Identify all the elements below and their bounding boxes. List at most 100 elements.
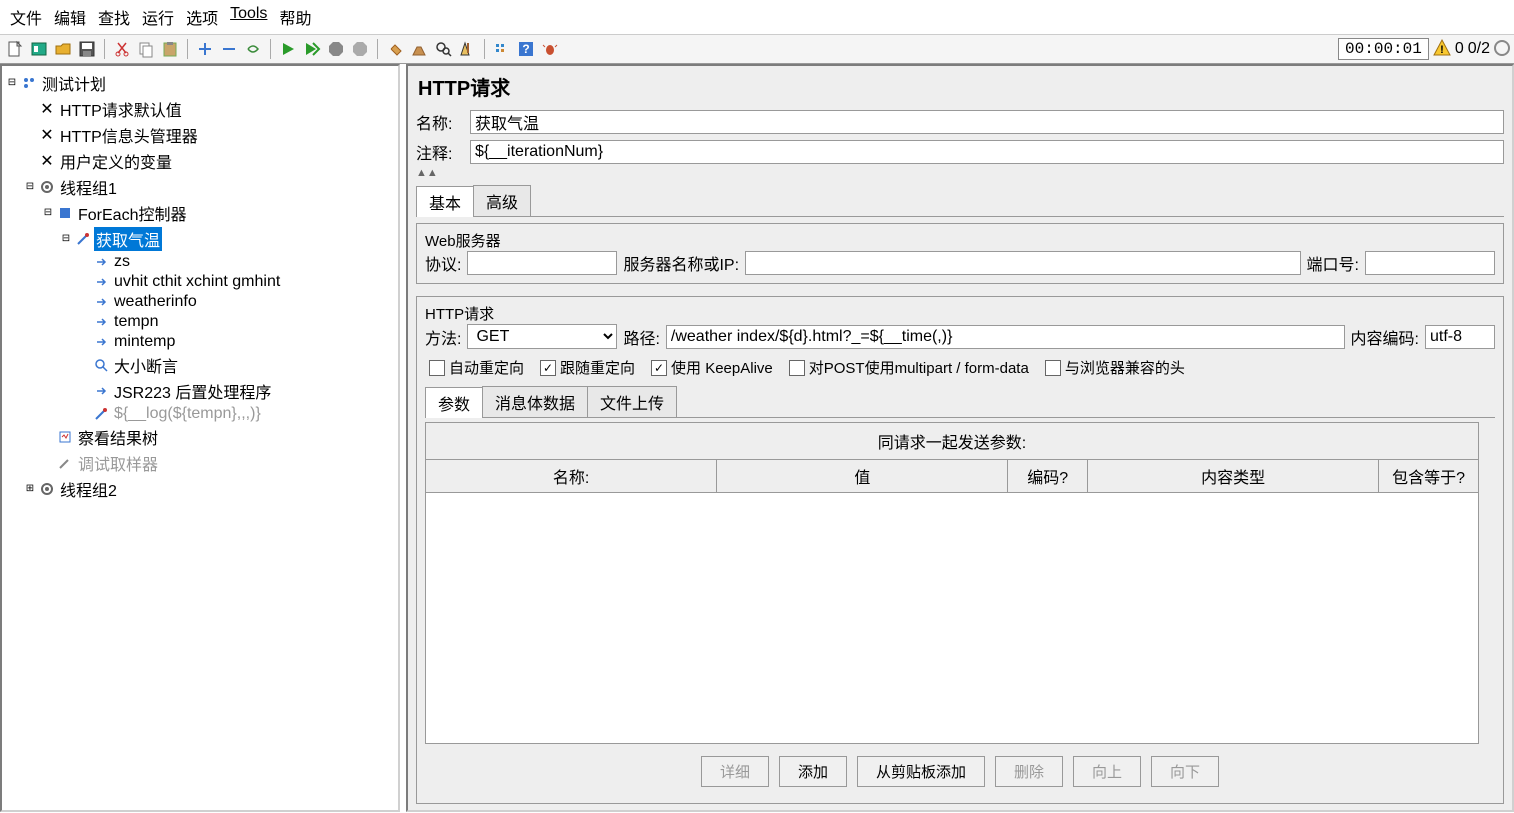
col-value[interactable]: 值 (717, 460, 1008, 492)
tree-toggle[interactable]: ⊟ (6, 77, 18, 89)
bug-icon[interactable] (539, 38, 561, 60)
save-icon[interactable] (76, 38, 98, 60)
function-helper-icon[interactable] (491, 38, 513, 60)
method-label: 方法: (425, 325, 461, 349)
controller-icon (57, 205, 73, 221)
menu-tools[interactable]: Tools (226, 3, 271, 31)
checkbox-auto-redirect[interactable]: 自动重定向 (429, 357, 524, 378)
tree-threadgroup[interactable]: 线程组1 (58, 175, 119, 199)
name-input[interactable] (470, 110, 1504, 134)
extractor-icon (93, 294, 109, 310)
extractor-icon (93, 274, 109, 290)
sampler-icon (93, 406, 109, 422)
checkbox-keepalive[interactable]: ✓使用 KeepAlive (651, 357, 773, 378)
col-encode[interactable]: 编码? (1008, 460, 1088, 492)
stop-icon[interactable] (325, 38, 347, 60)
menu-find[interactable]: 查找 (94, 3, 134, 31)
port-input[interactable] (1365, 251, 1495, 275)
tree-item[interactable]: 用户定义的变量 (58, 149, 174, 173)
menu-edit[interactable]: 编辑 (50, 3, 90, 31)
run-icon[interactable] (277, 38, 299, 60)
tabs-body: 参数 消息体数据 文件上传 (425, 386, 1495, 418)
tree-toggle[interactable]: ⊟ (24, 181, 36, 193)
tree-threadgroup[interactable]: 线程组2 (58, 477, 119, 501)
warning-count: 0 (1455, 40, 1464, 58)
copy-icon[interactable] (135, 38, 157, 60)
clear-all-icon[interactable] (408, 38, 430, 60)
toggle-icon[interactable] (242, 38, 264, 60)
tree-item[interactable]: uvhit cthit xchint gmhint (112, 273, 282, 291)
tree-item[interactable]: HTTP请求默认值 (58, 97, 184, 121)
port-label: 端口号: (1307, 251, 1359, 275)
collapse-icon[interactable] (218, 38, 240, 60)
web-server-group: Web服务器 协议: 服务器名称或IP: 端口号: (416, 223, 1504, 284)
config-icon: ✕ (39, 127, 55, 143)
tree-selected-item[interactable]: 获取气温 (94, 227, 162, 251)
postprocessor-icon (93, 383, 109, 399)
tree-item[interactable]: ${__log(${tempn},,,)} (112, 405, 263, 423)
delete-button[interactable]: 删除 (995, 756, 1063, 787)
params-body[interactable] (426, 493, 1478, 743)
tree-item[interactable]: zs (112, 253, 132, 271)
col-content-type[interactable]: 内容类型 (1088, 460, 1379, 492)
server-input[interactable] (745, 251, 1301, 275)
path-input[interactable] (666, 325, 1345, 349)
add-from-clipboard-button[interactable]: 从剪贴板添加 (857, 756, 985, 787)
tree-item[interactable]: 调试取样器 (76, 451, 160, 475)
tree-item[interactable]: mintemp (112, 333, 177, 351)
help-icon[interactable]: ? (515, 38, 537, 60)
method-select[interactable]: GET (467, 324, 617, 349)
cut-icon[interactable] (111, 38, 133, 60)
menu-file[interactable]: 文件 (6, 3, 46, 31)
down-button[interactable]: 向下 (1151, 756, 1219, 787)
protocol-input[interactable] (467, 251, 617, 275)
paste-icon[interactable] (159, 38, 181, 60)
tree-item[interactable]: 大小断言 (112, 353, 180, 377)
checkbox-multipart[interactable]: 对POST使用multipart / form-data (789, 357, 1029, 378)
checkbox-browser-headers[interactable]: 与浏览器兼容的头 (1045, 357, 1185, 378)
new-icon[interactable] (4, 38, 26, 60)
templates-icon[interactable] (28, 38, 50, 60)
svg-text:!: ! (1440, 44, 1444, 56)
warning-icon[interactable]: ! (1433, 39, 1451, 60)
tree-panel[interactable]: ⊟ 测试计划 ✕HTTP请求默认值 ✕HTTP信息头管理器 ✕用户定义的变量 ⊟… (0, 64, 400, 812)
menu-options[interactable]: 选项 (182, 3, 222, 31)
params-table: 同请求一起发送参数: 名称: 值 编码? 内容类型 包含等于? (425, 422, 1479, 744)
status-icon (1494, 40, 1510, 59)
sampler-icon (57, 455, 73, 471)
add-button[interactable]: 添加 (779, 756, 847, 787)
tree-item[interactable]: 察看结果树 (76, 425, 160, 449)
tree-toggle[interactable]: ⊟ (60, 233, 72, 245)
tab-body-data[interactable]: 消息体数据 (482, 386, 588, 417)
main-panel: HTTP请求 名称: 注释: ▲▲ 基本 高级 Web服务器 协议: 服务器名称… (406, 64, 1514, 812)
expand-icon[interactable] (194, 38, 216, 60)
col-name[interactable]: 名称: (426, 460, 717, 492)
checkbox-follow-redirect[interactable]: ✓跟随重定向 (540, 357, 635, 378)
search-icon[interactable] (432, 38, 454, 60)
detail-button[interactable]: 详细 (701, 756, 769, 787)
tree-item[interactable]: tempn (112, 313, 160, 331)
menu-help[interactable]: 帮助 (275, 3, 315, 31)
encoding-input[interactable] (1425, 325, 1495, 349)
tree-toggle[interactable]: ⊟ (42, 207, 54, 219)
tab-basic[interactable]: 基本 (416, 186, 474, 217)
open-icon[interactable] (52, 38, 74, 60)
tree-toggle[interactable]: ⊞ (24, 483, 36, 495)
menu-run[interactable]: 运行 (138, 3, 178, 31)
tree-item[interactable]: JSR223 后置处理程序 (112, 379, 273, 403)
run-no-pause-icon[interactable] (301, 38, 323, 60)
reset-search-icon[interactable] (456, 38, 478, 60)
tab-params[interactable]: 参数 (425, 387, 483, 418)
clear-icon[interactable] (384, 38, 406, 60)
browser-headers-label: 与浏览器兼容的头 (1065, 357, 1185, 378)
col-include-equals[interactable]: 包含等于? (1379, 460, 1478, 492)
tab-file-upload[interactable]: 文件上传 (587, 386, 677, 417)
tree-item[interactable]: HTTP信息头管理器 (58, 123, 200, 147)
up-button[interactable]: 向上 (1073, 756, 1141, 787)
tree-controller[interactable]: ForEach控制器 (76, 201, 188, 225)
comment-input[interactable] (470, 140, 1504, 164)
tree-item[interactable]: weatherinfo (112, 293, 199, 311)
shutdown-icon[interactable] (349, 38, 371, 60)
tab-advanced[interactable]: 高级 (473, 185, 531, 216)
tree-root[interactable]: 测试计划 (40, 71, 108, 95)
